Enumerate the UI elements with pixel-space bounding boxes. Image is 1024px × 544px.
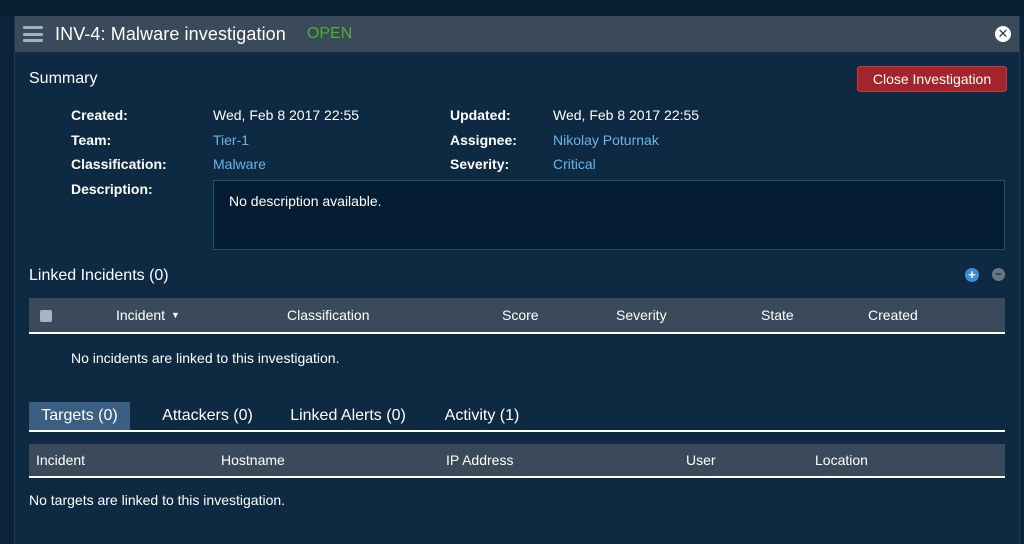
- tab-activity[interactable]: Activity (1): [431, 402, 533, 430]
- created-label: Created:: [71, 107, 128, 123]
- targets-table-header: Incident Hostname IP Address User Locati…: [29, 444, 1005, 478]
- team-label: Team:: [71, 132, 112, 148]
- column-hostname[interactable]: Hostname: [221, 452, 285, 468]
- close-icon[interactable]: ✕: [995, 26, 1011, 42]
- linked-incidents-heading: Linked Incidents (0): [29, 267, 169, 284]
- classification-link[interactable]: Malware: [213, 156, 266, 172]
- column-severity[interactable]: Severity: [616, 307, 667, 323]
- description-label: Description:: [71, 181, 153, 197]
- column-state[interactable]: State: [761, 307, 794, 323]
- investigation-panel: INV-4: Malware investigation OPEN ✕ Summ…: [14, 16, 1020, 544]
- status-badge: OPEN: [306, 25, 353, 42]
- team-link[interactable]: Tier-1: [213, 132, 249, 148]
- updated-value: Wed, Feb 8 2017 22:55: [553, 107, 700, 123]
- select-all-checkbox[interactable]: [40, 310, 52, 322]
- created-value: Wed, Feb 8 2017 22:55: [213, 107, 360, 123]
- column-classification[interactable]: Classification: [287, 307, 369, 323]
- tab-bar: Targets (0) Attackers (0) Linked Alerts …: [29, 402, 1005, 432]
- title-bar: INV-4: Malware investigation OPEN ✕: [15, 16, 1019, 52]
- severity-link[interactable]: Critical: [553, 156, 596, 172]
- top-strip: [0, 0, 1024, 16]
- column-target-incident[interactable]: Incident: [36, 452, 85, 468]
- column-user[interactable]: User: [686, 452, 716, 468]
- incidents-table-header: Incident ▼ Classification Score Severity …: [29, 298, 1005, 334]
- column-location[interactable]: Location: [815, 452, 868, 468]
- column-ip-address[interactable]: IP Address: [446, 452, 513, 468]
- column-incident[interactable]: Incident ▼: [116, 307, 180, 323]
- column-score[interactable]: Score: [502, 307, 539, 323]
- close-investigation-button[interactable]: Close Investigation: [857, 66, 1007, 92]
- incidents-empty-message: No incidents are linked to this investig…: [71, 350, 340, 366]
- tab-attackers[interactable]: Attackers (0): [147, 402, 268, 430]
- investigation-title: INV-4: Malware investigation: [55, 23, 286, 44]
- sort-down-icon: ▼: [171, 310, 180, 320]
- targets-empty-message: No targets are linked to this investigat…: [29, 492, 286, 508]
- severity-label: Severity:: [450, 156, 510, 172]
- assignee-link[interactable]: Nikolay Poturnak: [553, 132, 659, 148]
- classification-label: Classification:: [71, 156, 167, 172]
- summary-heading: Summary: [29, 70, 98, 87]
- remove-incident-icon[interactable]: −: [992, 268, 1005, 281]
- tab-linked-alerts[interactable]: Linked Alerts (0): [278, 402, 418, 430]
- add-incident-icon[interactable]: +: [965, 268, 979, 282]
- updated-label: Updated:: [450, 107, 511, 123]
- hamburger-menu-icon[interactable]: [23, 26, 43, 42]
- assignee-label: Assignee:: [450, 132, 517, 148]
- description-box[interactable]: No description available.: [213, 180, 1005, 250]
- tab-targets[interactable]: Targets (0): [29, 402, 130, 430]
- column-created[interactable]: Created: [868, 307, 918, 323]
